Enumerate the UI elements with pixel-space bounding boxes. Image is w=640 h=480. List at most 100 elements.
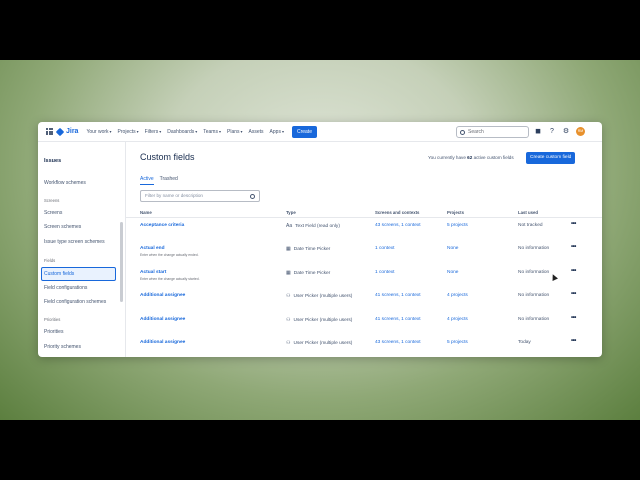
field-name-link[interactable]: Additional assignee — [140, 317, 185, 322]
jira-logo-icon — [55, 127, 65, 136]
field-name-link[interactable]: Additional assignee — [140, 340, 185, 345]
last-used: No information — [518, 270, 550, 275]
projects-link[interactable]: 4 projects — [447, 293, 468, 298]
screens-contexts-link[interactable]: 41 screens, 1 context — [375, 293, 421, 298]
help-icon[interactable]: ? — [548, 128, 556, 136]
field-description: Enter when the change actually started. — [140, 277, 200, 281]
sidebar-item-custom-fields[interactable]: Custom fields — [41, 267, 116, 281]
chevron-down-icon: ▾ — [195, 128, 198, 134]
field-type: ⚇ User Picker (multiple users) — [286, 293, 353, 299]
table-row: Additional assignee ⚇ User Picker (multipl… — [126, 315, 602, 340]
sidebar-item-workflow-schemes[interactable]: Workflow schemes — [44, 180, 86, 186]
nav-plans[interactable]: Plans▾ — [227, 129, 243, 135]
users-icon: ⚇ — [286, 293, 291, 299]
field-name-link[interactable]: Actual start — [140, 270, 166, 275]
search-icon — [250, 193, 255, 199]
main-content: Custom fields You currently have 62 acti… — [126, 142, 602, 357]
table-row: Additional assignee ⚇ User Picker (multipl… — [126, 338, 602, 357]
avatar[interactable]: RM — [576, 127, 585, 136]
column-last-used[interactable]: Last used — [518, 210, 538, 215]
create-custom-field-button[interactable]: Create custom field — [526, 152, 576, 164]
nav-projects[interactable]: Projects▾ — [118, 129, 139, 135]
app-name: Jira — [66, 128, 79, 135]
nav-apps[interactable]: Apps▾ — [270, 129, 284, 135]
column-projects[interactable]: Projects — [447, 210, 464, 215]
text-field-icon: Aa — [286, 223, 293, 229]
search-input[interactable]: Search — [456, 126, 529, 138]
more-actions-icon[interactable]: ••• — [571, 221, 576, 227]
table-row: Acceptance criteria Aa Text Field (read on… — [126, 221, 602, 246]
browser-window: Jira Your work▾ Projects▾ Filters▾ Dashboar… — [38, 122, 602, 357]
top-right-icons: ◼ ? ⚙ RM — [534, 127, 585, 136]
tab-active[interactable]: Active — [140, 176, 154, 185]
sidebar-item-screens[interactable]: Screens — [44, 210, 62, 216]
users-icon: ⚇ — [286, 340, 291, 346]
nav-teams[interactable]: Teams▾ — [203, 129, 221, 135]
field-type: ▦ Date Time Picker — [286, 246, 331, 252]
sidebar-title: Issues — [44, 158, 62, 164]
screens-contexts-link[interactable]: 1 context — [375, 270, 394, 275]
more-actions-icon[interactable]: ••• — [571, 268, 576, 274]
table-header: Name Type Screens and contexts Projects … — [126, 210, 602, 218]
tab-trashed[interactable]: Trashed — [160, 176, 178, 185]
filter-input[interactable]: Filter by name or description — [140, 190, 260, 202]
sidebar: Issues Workflow schemes Screens Screens Scr… — [38, 142, 126, 357]
nav-assets[interactable]: Assets — [249, 129, 264, 135]
sidebar-item-priorities[interactable]: Priorities — [44, 329, 63, 335]
sidebar-group-screens: Screens — [44, 198, 60, 203]
search-icon — [460, 129, 465, 135]
field-type: ▦ Date Time Picker — [286, 270, 331, 276]
screens-contexts-link[interactable]: 1 context — [375, 246, 394, 251]
chevron-down-icon: ▾ — [218, 128, 221, 134]
filter-placeholder: Filter by name or description — [145, 193, 203, 198]
notifications-icon[interactable]: ◼ — [534, 128, 542, 136]
projects-link[interactable]: None — [447, 270, 458, 275]
nav-your-work[interactable]: Your work▾ — [86, 129, 111, 135]
field-type: ⚇ User Picker (multiple users) — [286, 317, 353, 323]
sidebar-group-fields: Fields — [44, 258, 56, 263]
app-switcher-icon[interactable] — [46, 128, 53, 135]
chevron-down-icon: ▾ — [159, 128, 162, 134]
create-button[interactable]: Create — [291, 125, 317, 138]
projects-link[interactable]: None — [447, 246, 458, 251]
sidebar-item-issue-type-screen-schemes[interactable]: Issue type screen schemes — [44, 239, 105, 245]
column-screens[interactable]: Screens and contexts — [375, 210, 419, 215]
sidebar-item-field-configurations[interactable]: Field configurations — [44, 285, 87, 291]
more-actions-icon[interactable]: ••• — [571, 315, 576, 321]
chevron-down-icon: ▾ — [136, 128, 139, 134]
screens-contexts-link[interactable]: 43 screens, 1 context — [375, 223, 421, 228]
search-placeholder: Search — [468, 129, 484, 135]
chevron-down-icon: ▾ — [281, 128, 284, 134]
projects-link[interactable]: 5 projects — [447, 223, 468, 228]
field-name-link[interactable]: Actual end — [140, 246, 165, 251]
projects-link[interactable]: 5 projects — [447, 340, 468, 345]
field-name-link[interactable]: Acceptance criteria — [140, 223, 184, 228]
last-used: No information — [518, 293, 550, 298]
sidebar-group-priorities: Priorities — [44, 317, 61, 322]
sidebar-item-screen-schemes[interactable]: Screen schemes — [44, 224, 81, 230]
sidebar-item-priority-schemes[interactable]: Priority schemes — [44, 344, 81, 350]
field-type: Aa Text Field (read only) — [286, 223, 340, 229]
more-actions-icon[interactable]: ••• — [571, 291, 576, 297]
screens-contexts-link[interactable]: 43 screens, 1 context — [375, 340, 421, 345]
field-description: Enter when the change actually ended. — [140, 253, 199, 257]
column-name[interactable]: Name — [140, 210, 152, 215]
more-actions-icon[interactable]: ••• — [571, 338, 576, 344]
table-row: Additional assignee ⚇ User Picker (multipl… — [126, 291, 602, 316]
active-count-text: You currently have 62 active custom fiel… — [428, 155, 514, 160]
nav-dashboards[interactable]: Dashboards▾ — [167, 129, 197, 135]
gear-icon[interactable]: ⚙ — [562, 128, 570, 136]
field-type: ⚇ User Picker (multiple users) — [286, 340, 353, 346]
sidebar-scrollbar[interactable] — [120, 222, 123, 302]
sidebar-item-field-configuration-schemes[interactable]: Field configuration schemes — [44, 299, 106, 305]
jira-logo[interactable]: Jira — [55, 127, 79, 136]
last-used: No information — [518, 246, 550, 251]
last-used: No information — [518, 317, 550, 322]
more-actions-icon[interactable]: ••• — [571, 244, 576, 250]
calendar-icon: ▦ — [286, 270, 291, 276]
screens-contexts-link[interactable]: 41 screens, 1 context — [375, 317, 421, 322]
field-name-link[interactable]: Additional assignee — [140, 293, 185, 298]
column-type[interactable]: Type — [286, 210, 296, 215]
nav-filters[interactable]: Filters▾ — [145, 129, 162, 135]
projects-link[interactable]: 4 projects — [447, 317, 468, 322]
